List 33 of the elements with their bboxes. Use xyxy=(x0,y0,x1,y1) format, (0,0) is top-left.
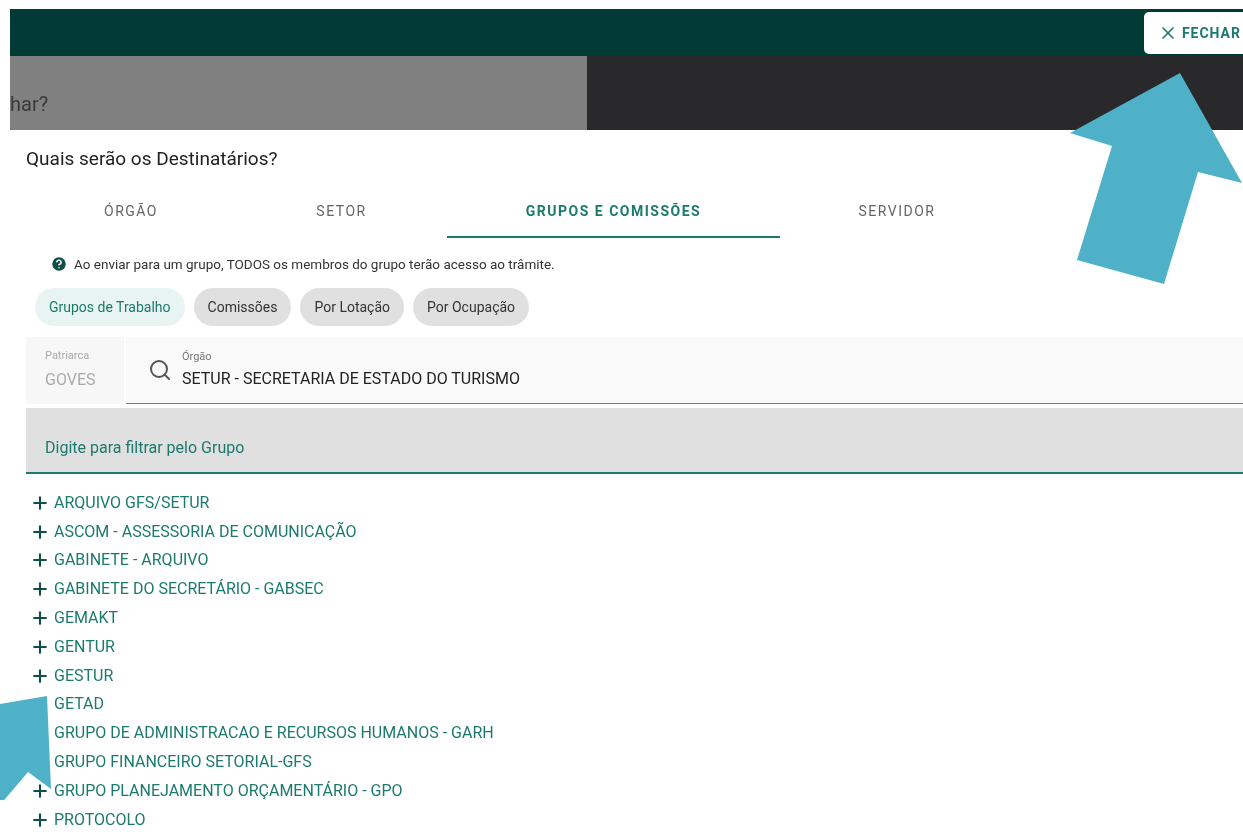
tab[interactable]: ÓRGÃO xyxy=(26,186,236,239)
filter-chip[interactable]: Por Lotação xyxy=(300,288,405,327)
group-item[interactable]: GRUPO PLANEJAMENTO ORÇAMENTÁRIO - GPO xyxy=(54,778,403,803)
field-label: Órgão xyxy=(182,349,213,364)
filter-chip[interactable]: Grupos de Trabalho xyxy=(35,288,185,327)
field-label: Patriarca xyxy=(45,349,91,364)
orgao-field[interactable]: Órgão SETUR - SECRETARIA DE ESTADO DO TURISMO xyxy=(126,337,1243,405)
group-item[interactable]: ARQUIVO GFS/SETUR xyxy=(54,490,210,515)
group-item[interactable]: GRUPO FINANCEIRO SETORIAL-GFS xyxy=(54,750,312,774)
group-item[interactable]: GEMAKT xyxy=(54,606,119,630)
search-icon xyxy=(148,358,172,383)
group-item[interactable]: GETAD xyxy=(54,692,104,717)
info-text: Ao enviar para um grupo, TODOS os membros do grupo terão acesso ao trâmite. xyxy=(74,255,555,275)
field-value: GOVES xyxy=(45,369,97,392)
filter-chip[interactable]: Por Ocupação xyxy=(413,288,530,327)
help-icon xyxy=(50,255,68,274)
plus-icon[interactable] xyxy=(30,608,50,628)
filter-field[interactable]: Digite para filtrar pelo Grupo xyxy=(26,408,1243,475)
tab[interactable]: SERVIDOR xyxy=(780,186,1014,239)
group-item[interactable]: GRUPO DE ADMINISTRACAO E RECURSOS HUMANOS - GARH xyxy=(54,721,494,746)
filter-chip[interactable]: Comissões xyxy=(193,288,292,327)
group-item[interactable]: GENTUR xyxy=(54,634,115,659)
group-item[interactable]: GABINETE DO SECRETÁRIO - GABSEC xyxy=(54,577,324,602)
field-value: SETUR - SECRETARIA DE ESTADO DO TURISMO xyxy=(182,367,520,390)
background-title: har? xyxy=(10,91,49,119)
group-item[interactable]: PROTOCOLO xyxy=(54,807,146,832)
tab[interactable]: SETOR xyxy=(236,186,447,239)
tab[interactable]: GRUPOS E COMISSÕES xyxy=(447,186,780,239)
group-item[interactable]: GESTUR xyxy=(54,663,114,688)
group-item[interactable]: ASCOM - ASSESSORIA DE COMUNICAÇÃO xyxy=(54,519,357,544)
close-button[interactable]: FECHAR xyxy=(1143,12,1243,55)
dialog-title: Quais serão os Destinatários? xyxy=(26,147,279,172)
group-item[interactable]: GABINETE - ARQUIVO xyxy=(54,548,209,573)
